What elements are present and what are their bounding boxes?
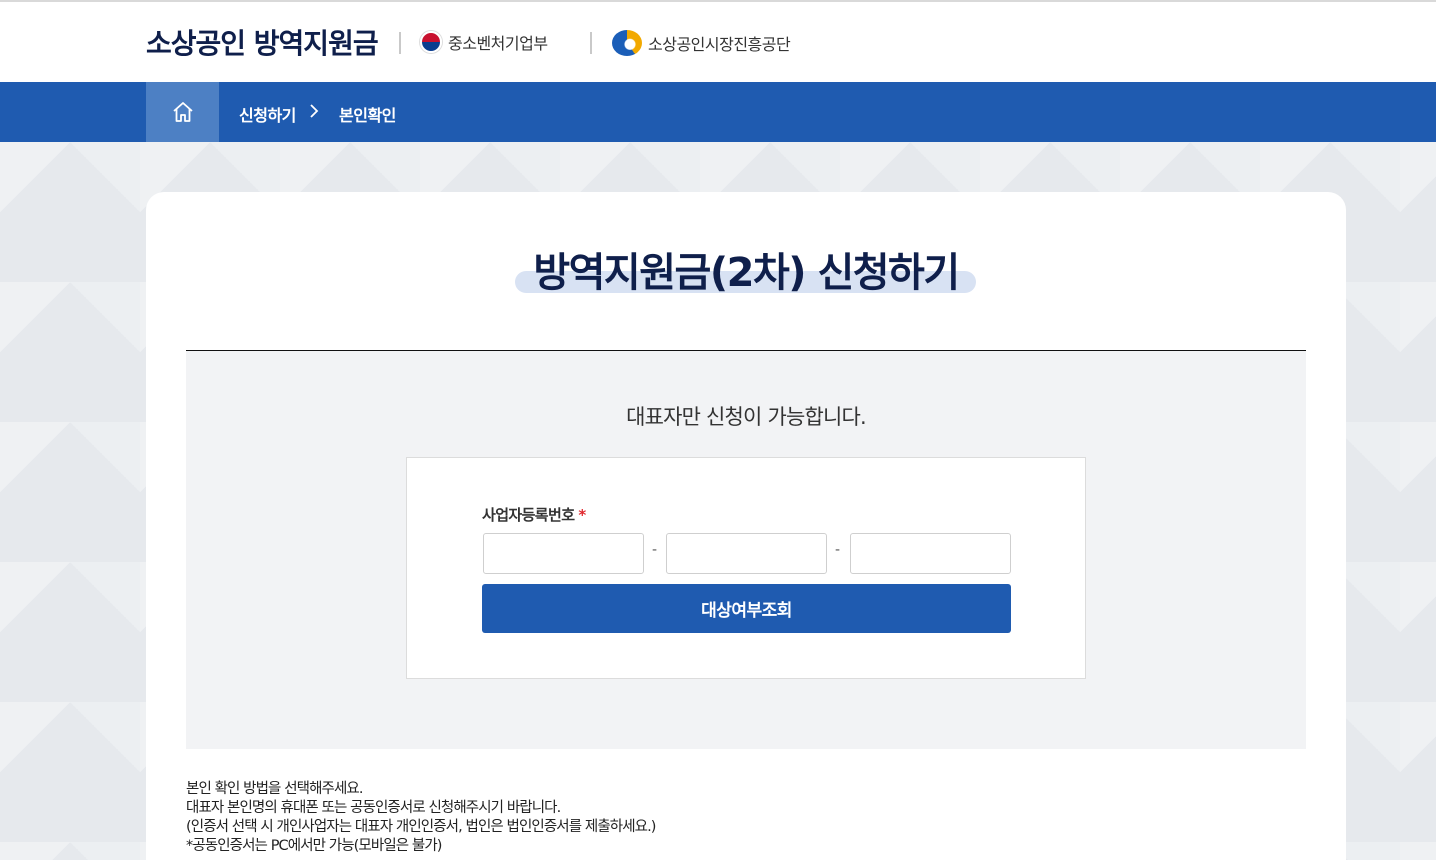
business-number-label: 사업자등록번호 * <box>482 504 586 525</box>
breadcrumb-apply[interactable]: 신청하기 <box>239 102 296 126</box>
taegeuk-emblem-icon <box>420 31 442 53</box>
business-number-part2-input[interactable] <box>666 533 827 574</box>
page-title: 방역지원금(2차) 신청하기 <box>533 250 960 296</box>
business-number-form: 사업자등록번호 * - - 대상여부조회 <box>406 457 1086 679</box>
representative-notice: 대표자만 신청이 가능합니다. <box>626 405 867 429</box>
identity-check-panel: 대표자만 신청이 가능합니다. 사업자등록번호 * - - 대상여부조회 <box>186 351 1306 749</box>
site-header: 소상공인 방역지원금 중소벤처기업부 소상공인시장진흥공단 <box>0 2 1436 82</box>
home-button[interactable] <box>146 82 219 142</box>
site-title[interactable]: 소상공인 방역지원금 <box>146 22 379 62</box>
number-separator: - <box>835 542 841 558</box>
identity-guide: 본인 확인 방법을 선택해주세요. 대표자 본인명의 휴대폰 또는 공동인증서로… <box>186 780 656 856</box>
org-semas-link[interactable]: 소상공인시장진흥공단 <box>612 30 791 56</box>
required-mark: * <box>578 506 586 524</box>
main-card: 방역지원금(2차) 신청하기 대표자만 신청이 가능합니다. 사업자등록번호 * … <box>146 192 1346 860</box>
eligibility-check-button[interactable]: 대상여부조회 <box>482 584 1011 633</box>
guide-line: 본인 확인 방법을 선택해주세요. <box>186 781 363 797</box>
chevron-right-icon <box>310 104 319 118</box>
org-mss-name: 중소벤처기업부 <box>448 34 548 53</box>
semas-logo-icon <box>612 30 642 56</box>
home-icon <box>172 102 193 122</box>
number-separator: - <box>652 542 658 558</box>
org-mss-link[interactable]: 중소벤처기업부 <box>420 30 548 54</box>
guide-line: *공동인증서는 PC에서만 가능(모바일은 불가) <box>186 838 442 854</box>
guide-line: (인증서 선택 시 개인사업자는 대표자 개인인증서, 법인은 법인인증서를 제… <box>186 819 656 835</box>
breadcrumb-bar: 신청하기 본인확인 <box>0 82 1436 142</box>
business-number-part3-input[interactable] <box>850 533 1011 574</box>
business-number-label-text: 사업자등록번호 <box>482 506 575 524</box>
org-semas-name: 소상공인시장진흥공단 <box>648 35 791 54</box>
business-number-part1-input[interactable] <box>483 533 644 574</box>
header-divider <box>399 32 401 54</box>
guide-line: 대표자 본인명의 휴대폰 또는 공동인증서로 신청해주시기 바랍니다. <box>186 800 561 816</box>
header-divider <box>590 32 592 54</box>
breadcrumb-identity[interactable]: 본인확인 <box>339 102 396 126</box>
